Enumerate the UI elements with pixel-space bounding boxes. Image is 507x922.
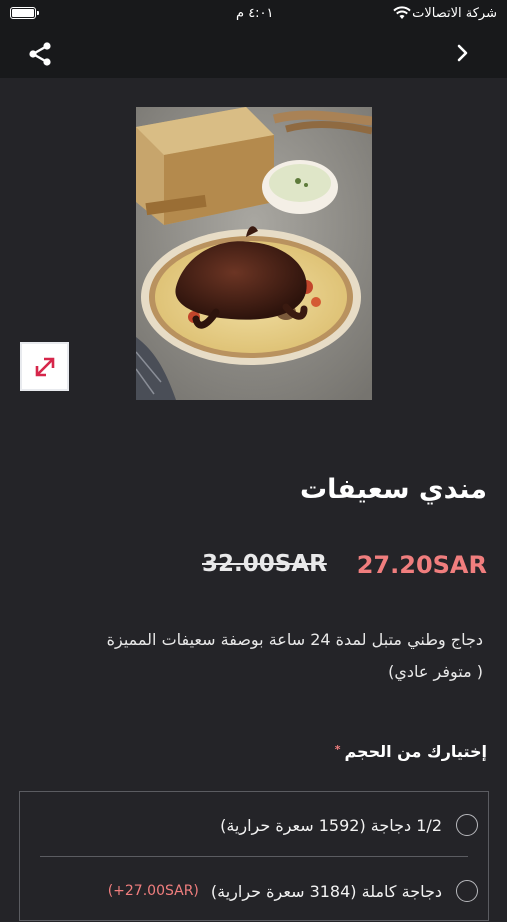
size-section-label: إختيارك من الحجم* (335, 742, 487, 761)
wifi-icon (393, 6, 411, 19)
expand-image-button[interactable] (20, 342, 69, 391)
mandi-chicken-photo (136, 107, 372, 400)
share-icon[interactable] (26, 40, 54, 68)
status-bar: ٤:٠١ م شركة الاتصالات (0, 0, 507, 28)
chevron-right-icon[interactable] (453, 42, 473, 64)
battery-icon (10, 7, 39, 19)
product-title: مندي سعيفات (300, 474, 487, 505)
description-line-2: ( متوفر عادي) (388, 662, 483, 681)
current-price: 27.20SAR (356, 551, 487, 579)
description-line-1: دجاج وطني متبل لمدة 24 ساعة بوصفة سعيفات… (106, 630, 483, 649)
product-description: دجاج وطني متبل لمدة 24 ساعة بوصفة سعيفات… (23, 624, 483, 688)
radio-button[interactable] (456, 814, 478, 836)
product-image[interactable] (136, 107, 372, 400)
original-price: 32.00SAR (202, 551, 327, 577)
option-label: دجاجة كاملة (3184 سعرة حرارية) (210, 881, 442, 901)
carrier-name: شركة الاتصالات (412, 6, 497, 21)
size-options: 1/2 دجاجة (1592 سعرة حرارية) دجاجة كاملة… (19, 791, 489, 921)
nav-bar (0, 28, 507, 78)
option-extra-price: (+27.00SAR) (107, 883, 199, 899)
required-mark: * (334, 743, 341, 756)
size-option-half[interactable]: 1/2 دجاجة (1592 سعرة حرارية) (20, 794, 488, 856)
radio-button[interactable] (456, 880, 478, 902)
size-label-text: إختيارك من الحجم (344, 742, 487, 761)
option-label: 1/2 دجاجة (1592 سعرة حرارية) (220, 815, 442, 835)
divider (40, 856, 468, 857)
status-time: ٤:٠١ م (236, 6, 274, 21)
expand-icon (35, 357, 54, 376)
size-option-whole[interactable]: دجاجة كاملة (3184 سعرة حرارية) (+27.00SA… (20, 860, 488, 922)
